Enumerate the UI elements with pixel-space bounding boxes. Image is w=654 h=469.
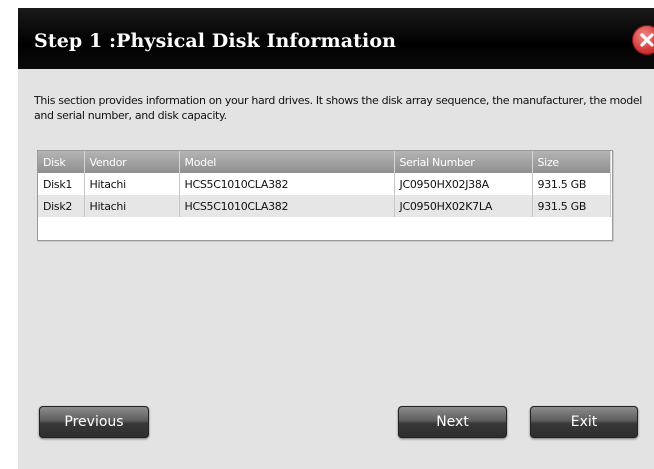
column-header-serial-number: Serial Number	[394, 151, 533, 173]
column-header-disk: Disk	[38, 151, 85, 173]
disk-table: Disk Vendor Model Serial Number Size Dis…	[37, 150, 613, 241]
cell-vendor: Hitachi	[84, 173, 180, 195]
cell-model: HCS5C1010CLA382	[179, 173, 395, 195]
dialog-titlebar: Step 1 :Physical Disk Information	[18, 8, 654, 69]
dialog-description: This section provides information on you…	[34, 94, 643, 122]
close-button[interactable]	[632, 25, 654, 55]
cell-size: 931.5 GB	[532, 173, 611, 195]
cell-model: HCS5C1010CLA382	[179, 195, 395, 217]
column-header-model: Model	[179, 151, 395, 173]
cell-size: 931.5 GB	[532, 195, 611, 217]
exit-button[interactable]: Exit	[530, 406, 638, 438]
table-row[interactable]: Disk2 Hitachi HCS5C1010CLA382 JC0950HX02…	[38, 195, 611, 217]
close-x-icon	[640, 33, 654, 47]
cell-serial-number: JC0950HX02K7LA	[394, 195, 533, 217]
previous-button[interactable]: Previous	[39, 406, 149, 438]
table-header-row: Disk Vendor Model Serial Number Size	[38, 151, 611, 173]
column-header-size: Size	[532, 151, 611, 173]
next-button[interactable]: Next	[398, 406, 507, 438]
cell-serial-number: JC0950HX02J38A	[394, 173, 533, 195]
disk-info-dialog: Step 1 :Physical Disk Information This s…	[18, 8, 654, 469]
cell-vendor: Hitachi	[84, 195, 180, 217]
column-header-vendor: Vendor	[84, 151, 180, 173]
table-row[interactable]: Disk1 Hitachi HCS5C1010CLA382 JC0950HX02…	[38, 173, 611, 195]
cell-disk: Disk1	[38, 173, 85, 195]
dialog-title: Step 1 :Physical Disk Information	[34, 30, 397, 52]
cell-disk: Disk2	[38, 195, 85, 217]
